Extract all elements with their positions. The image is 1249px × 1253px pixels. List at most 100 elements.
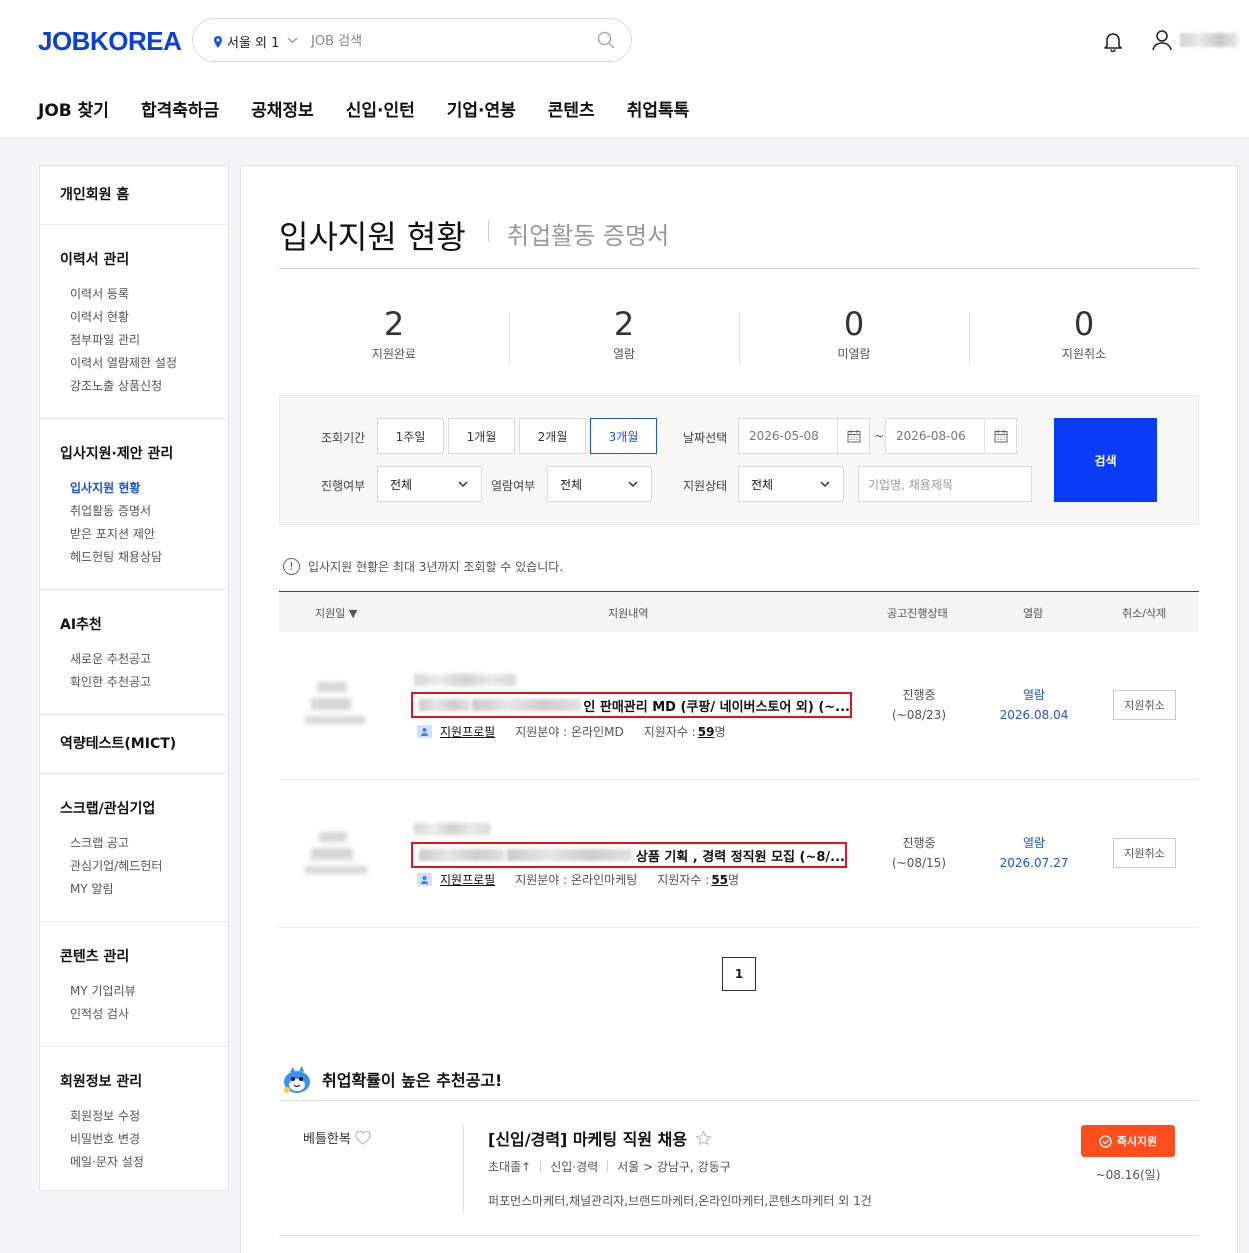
nav-career-talk[interactable]: 취업톡톡 (627, 96, 690, 121)
user-icon[interactable] (1150, 28, 1174, 52)
stat-cancelled[interactable]: 0 지원취소 (969, 306, 1199, 366)
username-redacted[interactable] (1180, 33, 1238, 47)
job-post-title[interactable]: 상품 기획 , 경력 정직원 모집 (~8/... (411, 842, 847, 868)
star-icon[interactable] (695, 1129, 712, 1147)
chevron-down-icon (820, 481, 830, 488)
sidebar-title-applications[interactable]: 입사지원·제안 관리 (60, 443, 208, 463)
sidebar-title-mict[interactable]: 역량테스트(MICT) (60, 733, 208, 753)
sidebar-section-home: 개인회원 홈 (40, 166, 228, 225)
search-icon[interactable] (597, 31, 615, 49)
sidebar-item-my-reviews[interactable]: MY 기업리뷰 (70, 980, 208, 1003)
period-3month-button[interactable]: 3개월 (590, 418, 657, 454)
sidebar-item-edit-member[interactable]: 회원정보 수정 (70, 1105, 208, 1128)
date-from-value: 2026-05-08 (749, 429, 819, 443)
row-meta: 지원프로필 지원분야 : 온라인MD 지원자수 :59 명 (417, 723, 726, 740)
sidebar-item-favorite-companies[interactable]: 관심기업/헤드헌터 (70, 855, 208, 878)
cancel-application-button[interactable]: 지원취소 (1113, 838, 1176, 868)
sidebar-item-headhunting[interactable]: 헤드헌팅 채용상담 (70, 546, 208, 569)
stat-unread-count: 0 (843, 305, 865, 343)
apply-status-select[interactable]: 전체 (738, 466, 844, 502)
sidebar-item-change-password[interactable]: 비밀번호 변경 (70, 1128, 208, 1151)
sidebar-item-activity-certificate[interactable]: 취업활동 증명서 (70, 500, 208, 523)
recommend-title-text: [신입/경력] 마케팅 직원 채용 (488, 1130, 688, 1149)
nav-job-search[interactable]: JOB 찾기 (38, 96, 109, 121)
period-2month-button[interactable]: 2개월 (519, 418, 586, 454)
job-post-title[interactable]: 인 판매관리 MD (쿠팡/ 네이버스토어 외) (~... (411, 692, 852, 718)
recommend-deadline: ~08.16(일) (1095, 1168, 1161, 1182)
jobkorea-logo[interactable]: JOBKOREA (38, 26, 182, 57)
sidebar-item-my-alerts[interactable]: MY 알림 (70, 878, 208, 901)
recommend-divider (463, 1125, 464, 1213)
read-select[interactable]: 전체 (547, 466, 652, 502)
company-name-redacted[interactable] (414, 823, 490, 835)
location-label: 서울 외 1 (227, 36, 280, 51)
calendar-icon[interactable] (984, 419, 1016, 453)
sidebar-title-resume[interactable]: 이력서 관리 (60, 249, 208, 269)
read-status: 열람 2026.08.04 (984, 685, 1084, 725)
location-selector[interactable]: 서울 외 1 (213, 32, 298, 51)
apply-profile-link[interactable]: 지원프로필 (440, 723, 495, 740)
sidebar-item-mail-sms-settings[interactable]: 메일·문자 설정 (70, 1151, 208, 1174)
sidebar-title-home[interactable]: 개인회원 홈 (60, 187, 129, 203)
sidebar-item-aptitude-test[interactable]: 인적성 검사 (70, 1003, 208, 1026)
read-status-text: 열람 (1022, 836, 1046, 850)
applicant-count-unit: 명 (714, 725, 726, 739)
sidebar-item-checked-recommend[interactable]: 확인한 추천공고 (70, 671, 208, 694)
calendar-icon[interactable] (837, 419, 869, 453)
sidebar-item-application-status[interactable]: 입사지원 현황 (70, 477, 208, 500)
search-button[interactable]: 검색 (1054, 418, 1157, 502)
stat-applied[interactable]: 2 지원완료 (279, 306, 509, 366)
sidebar-item-position-offers[interactable]: 받은 포지션 제안 (70, 523, 208, 546)
period-1month-button[interactable]: 1개월 (448, 418, 515, 454)
pagination-page-1[interactable]: 1 (722, 957, 756, 991)
apply-profile-link[interactable]: 지원프로필 (440, 871, 495, 888)
nav-company-salary[interactable]: 기업·연봉 (447, 96, 516, 121)
cancel-application-button[interactable]: 지원취소 (1113, 690, 1176, 720)
job-post-title-text: 상품 기획 , 경력 정직원 모집 (~8/... (635, 849, 845, 865)
header-read: 열람 (1023, 607, 1044, 620)
sidebar-item-highlight-product[interactable]: 강조노출 상품신청 (70, 375, 208, 398)
sidebar-title-contents[interactable]: 콘텐츠 관리 (60, 946, 208, 966)
filter-panel: 조회기간 1주일 1개월 2개월 3개월 날짜선택 2026-05-08 ~ 2… (279, 395, 1199, 525)
nav-newcomer-intern[interactable]: 신입·인턴 (346, 96, 415, 121)
heart-icon[interactable] (355, 1130, 371, 1145)
progress-select[interactable]: 전체 (377, 466, 482, 502)
recommend-meta: 초대졸↑ 신입·경력 서울 > 강남구, 강동구 (488, 1158, 731, 1175)
stat-unread[interactable]: 0 미열람 (739, 306, 969, 366)
sidebar-title-member[interactable]: 회원정보 관리 (60, 1071, 208, 1091)
nav-public-recruit[interactable]: 공채정보 (251, 96, 314, 121)
nav-hire-bonus[interactable]: 합격축하금 (141, 96, 219, 121)
progress-label: 진행여부 (321, 479, 366, 493)
sidebar-title-ai[interactable]: AI추천 (60, 614, 208, 634)
keyword-input[interactable]: 기업명, 채용제목 (858, 466, 1032, 502)
instant-apply-button[interactable]: 즉시지원 (1081, 1125, 1175, 1157)
meta-divider (540, 1161, 542, 1172)
header-apply-date[interactable]: 지원일 ▼ (315, 605, 357, 621)
title-underline (279, 268, 1199, 269)
sidebar-item-new-recommend[interactable]: 새로운 추천공고 (70, 648, 208, 671)
sidebar-item-scrap-jobs[interactable]: 스크랩 공고 (70, 832, 208, 855)
recommend-heading: 취업확률이 높은 추천공고! (281, 1063, 502, 1095)
company-logo-redacted (305, 682, 371, 734)
header-detail: 지원내역 (608, 607, 649, 620)
period-1week-button[interactable]: 1주일 (377, 418, 444, 454)
sidebar-item-attachments[interactable]: 첨부파일 관리 (70, 329, 208, 352)
recommend-company[interactable]: 베틀한복 (303, 1128, 371, 1147)
bell-icon[interactable] (1102, 30, 1124, 52)
date-from-field[interactable]: 2026-05-08 (738, 418, 870, 454)
post-status-text: 진행중 (902, 836, 936, 850)
company-name-redacted[interactable] (414, 674, 516, 686)
applicant-count-unit: 명 (728, 873, 740, 887)
activity-certificate-link[interactable]: 취업활동 증명서 (507, 216, 669, 251)
sidebar-section-scrap: 스크랩/관심기업 스크랩 공고 관심기업/헤드헌터 MY 알림 (40, 774, 228, 922)
sidebar-title-scrap[interactable]: 스크랩/관심기업 (60, 798, 208, 818)
recommend-title[interactable]: [신입/경력] 마케팅 직원 채용 (488, 1126, 712, 1150)
sidebar-section-resume: 이력서 관리 이력서 등록 이력서 현황 첨부파일 관리 이력서 열람제한 설정… (40, 225, 228, 419)
sidebar-item-resume-status[interactable]: 이력서 현황 (70, 306, 208, 329)
sidebar-item-view-restriction[interactable]: 이력서 열람제한 설정 (70, 352, 208, 375)
sidebar-item-resume-register[interactable]: 이력서 등록 (70, 283, 208, 306)
date-to-field[interactable]: 2026-08-06 (885, 418, 1017, 454)
job-search-input[interactable] (311, 29, 581, 53)
nav-contents[interactable]: 콘텐츠 (548, 96, 595, 121)
stat-read[interactable]: 2 열람 (509, 306, 739, 366)
